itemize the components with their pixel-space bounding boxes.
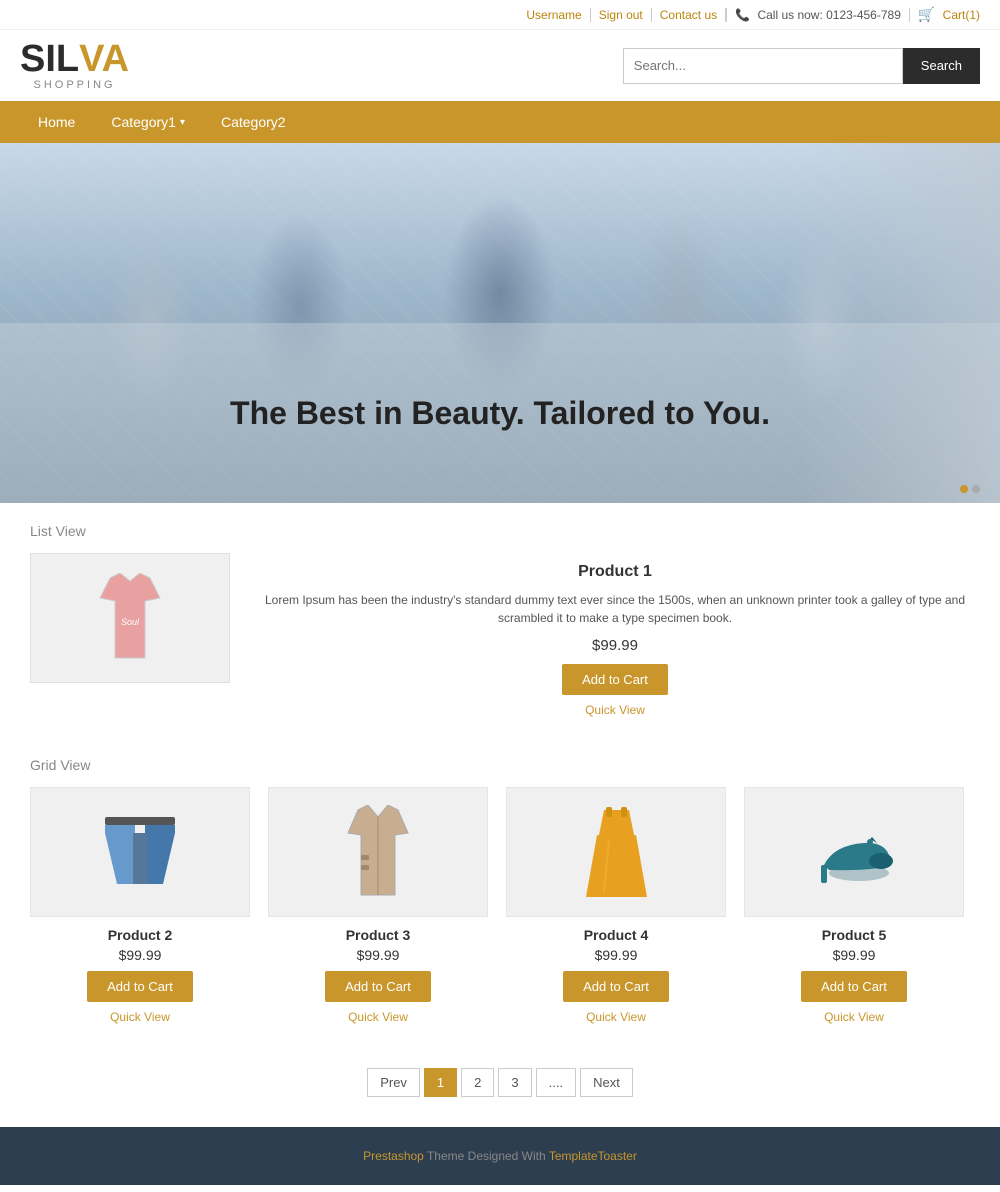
- list-product-price: $99.99: [260, 637, 970, 654]
- header: SIL VA SHOPPING Search: [0, 30, 1000, 101]
- product3-name: Product 3: [268, 927, 488, 943]
- search-button[interactable]: Search: [903, 48, 980, 84]
- product4-add-to-cart[interactable]: Add to Cart: [563, 971, 669, 1002]
- product3-quick-view[interactable]: Quick View: [268, 1010, 488, 1024]
- grid-view-section: Grid View Product 2 $99.99 Add to Cart Q…: [0, 737, 1000, 1044]
- username-link[interactable]: Username: [518, 8, 590, 22]
- product5-price: $99.99: [744, 947, 964, 963]
- footer-text: Prestashop Theme Designed With TemplateT…: [22, 1149, 978, 1163]
- phone-info: Call us now: 0123-456-789: [726, 8, 910, 22]
- list-view-section: List View Soul Product 1 Lorem Ipsum has…: [0, 503, 1000, 737]
- top-bar: Username Sign out Contact us Call us now…: [0, 0, 1000, 30]
- footer-prestashop-link[interactable]: Prestashop: [363, 1149, 424, 1163]
- nav-home[interactable]: Home: [20, 101, 93, 143]
- hero-banner: The Best in Beauty. Tailored to You.: [0, 143, 1000, 503]
- search-bar: Search: [623, 48, 980, 84]
- product4-price: $99.99: [506, 947, 726, 963]
- hero-dots: [960, 485, 980, 493]
- product2-quick-view[interactable]: Quick View: [30, 1010, 250, 1024]
- pagination: Prev 1 2 3 .... Next: [0, 1044, 1000, 1127]
- product2-image: [30, 787, 250, 917]
- nav-category2[interactable]: Category2: [203, 101, 304, 143]
- product4-quick-view[interactable]: Quick View: [506, 1010, 726, 1024]
- list-quick-view-link[interactable]: Quick View: [260, 703, 970, 717]
- nav-category1[interactable]: Category1: [93, 101, 203, 143]
- footer-middle-text: Theme Designed With: [427, 1149, 549, 1163]
- hero-dot-2[interactable]: [972, 485, 980, 493]
- product2-add-to-cart[interactable]: Add to Cart: [87, 971, 193, 1002]
- product5-add-to-cart[interactable]: Add to Cart: [801, 971, 907, 1002]
- search-input[interactable]: [623, 48, 903, 84]
- grid-view-title: Grid View: [30, 757, 970, 773]
- logo-va: VA: [79, 40, 129, 78]
- cart-icon: [918, 8, 939, 22]
- grid-item-product4: Product 4 $99.99 Add to Cart Quick View: [506, 787, 726, 1024]
- logo-sil: SIL: [20, 40, 79, 78]
- page-2-button[interactable]: 2: [461, 1068, 494, 1097]
- prev-button[interactable]: Prev: [367, 1068, 420, 1097]
- page-ellipsis: ....: [536, 1068, 576, 1097]
- list-product-image: Soul: [30, 553, 230, 683]
- hero-text: The Best in Beauty. Tailored to You.: [230, 395, 770, 432]
- product3-image: [268, 787, 488, 917]
- list-add-to-cart-button[interactable]: Add to Cart: [562, 664, 668, 695]
- product5-name: Product 5: [744, 927, 964, 943]
- logo-shopping: SHOPPING: [20, 80, 129, 91]
- phone-number: Call us now: 0123-456-789: [757, 8, 900, 22]
- product5-image: [744, 787, 964, 917]
- grid-item-product2: Product 2 $99.99 Add to Cart Quick View: [30, 787, 250, 1024]
- grid-item-product3: Product 3 $99.99 Add to Cart Quick View: [268, 787, 488, 1024]
- product4-image: [506, 787, 726, 917]
- product4-name: Product 4: [506, 927, 726, 943]
- hero-dot-1[interactable]: [960, 485, 968, 493]
- list-product-name: Product 1: [260, 563, 970, 581]
- svg-text:Soul: Soul: [121, 617, 140, 627]
- page-3-button[interactable]: 3: [498, 1068, 531, 1097]
- hero-overlay: The Best in Beauty. Tailored to You.: [0, 323, 1000, 503]
- cart-info[interactable]: Cart(1): [910, 6, 980, 23]
- product3-price: $99.99: [268, 947, 488, 963]
- tshirt-image: Soul: [90, 573, 170, 663]
- grid-item-product5: Product 5 $99.99 Add to Cart Quick View: [744, 787, 964, 1024]
- next-button[interactable]: Next: [580, 1068, 633, 1097]
- logo[interactable]: SIL VA SHOPPING: [20, 40, 129, 91]
- cart-count: Cart(1): [943, 8, 980, 22]
- contact-link[interactable]: Contact us: [652, 8, 726, 22]
- list-product-info: Product 1 Lorem Ipsum has been the indus…: [260, 553, 970, 717]
- phone-icon: [735, 8, 754, 22]
- page-1-button[interactable]: 1: [424, 1068, 457, 1097]
- footer: Prestashop Theme Designed With TemplateT…: [0, 1127, 1000, 1185]
- footer-templatetoaster-link[interactable]: TemplateToaster: [549, 1149, 637, 1163]
- nav-bar: Home Category1 Category2: [0, 101, 1000, 143]
- signout-link[interactable]: Sign out: [591, 8, 652, 22]
- list-product-desc: Lorem Ipsum has been the industry's stan…: [260, 591, 970, 627]
- list-view-item: Soul Product 1 Lorem Ipsum has been the …: [30, 553, 970, 717]
- product5-quick-view[interactable]: Quick View: [744, 1010, 964, 1024]
- product2-name: Product 2: [30, 927, 250, 943]
- list-view-title: List View: [30, 523, 970, 539]
- product2-price: $99.99: [30, 947, 250, 963]
- product3-add-to-cart[interactable]: Add to Cart: [325, 971, 431, 1002]
- grid-view-container: Product 2 $99.99 Add to Cart Quick View …: [30, 787, 970, 1024]
